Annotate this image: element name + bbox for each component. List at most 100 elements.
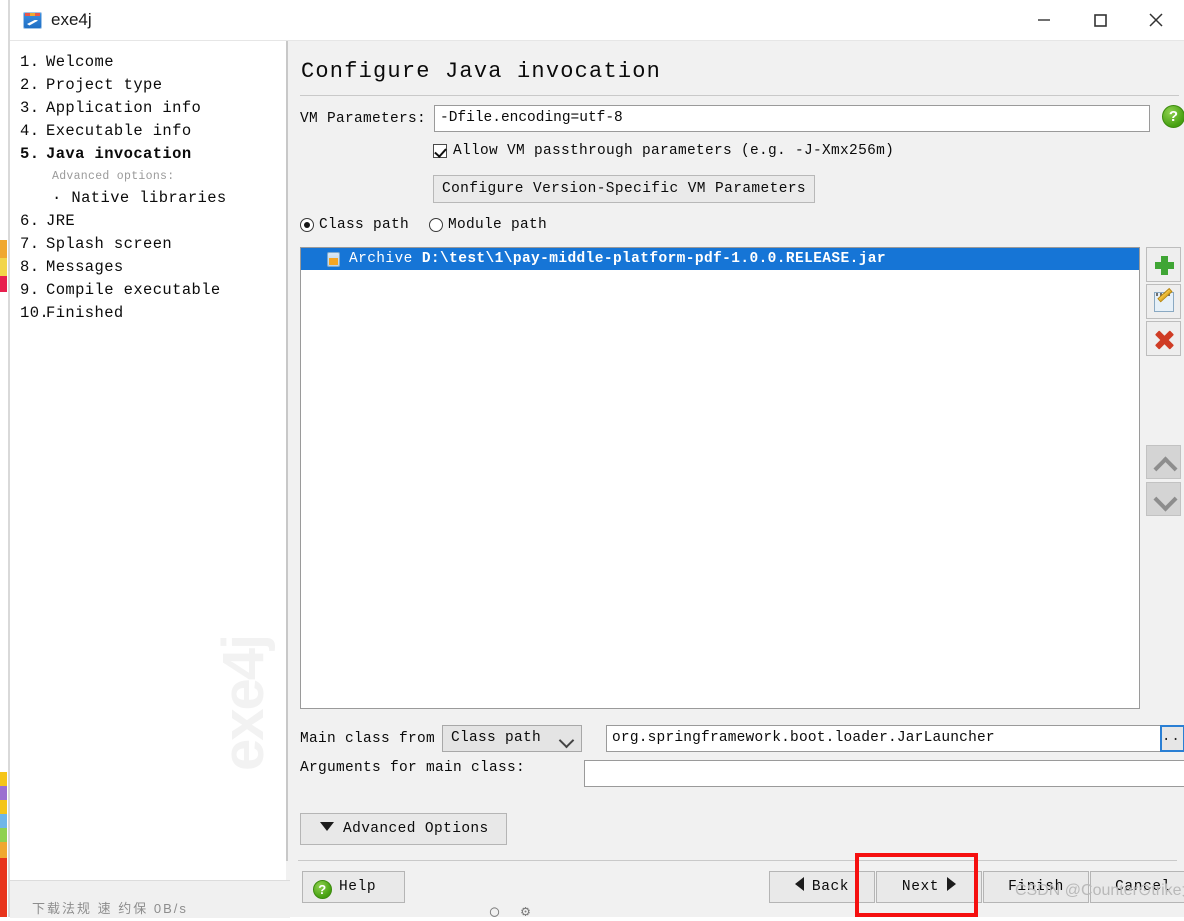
module-path-radio[interactable] (429, 218, 444, 232)
vm-parameters-input[interactable]: -Dfile.encoding=utf-8 (434, 105, 1151, 132)
main-class-input[interactable]: org.springframework.boot.loader.JarLaunc… (606, 725, 1181, 752)
advanced-options-button[interactable]: Advanced Options (300, 813, 507, 845)
main-class-from-label: Main class from (300, 730, 436, 747)
background-window-strip (0, 858, 7, 917)
allow-passthrough-label: Allow VM passthrough parameters (e.g. -J… (453, 143, 895, 159)
advanced-options-label: Advanced Options (343, 821, 489, 837)
exe4j-watermark: exe4j (211, 635, 276, 771)
background-window-strip (0, 258, 7, 276)
step-label: Java invocation (46, 145, 192, 163)
minimize-icon[interactable] (1016, 0, 1072, 40)
help-label: Help (339, 879, 377, 895)
step-number: 2. (20, 76, 40, 94)
entry-path: D:\test\1\pay-middle-platform-pdf-1.0.0.… (421, 251, 887, 267)
background-window-strip (0, 828, 7, 842)
sidebar-item-native-libraries[interactable]: · Native libraries (52, 187, 285, 210)
chevron-up-icon[interactable] (1146, 445, 1181, 481)
back-label: Back (811, 879, 850, 895)
step-number: 10. (20, 304, 50, 322)
background-window-strip (0, 292, 7, 772)
jar-archive-icon (327, 251, 340, 267)
title-bar: exe4j (10, 0, 1184, 41)
step-list: 1. Welcome 2. Project type 3. Application i… (20, 51, 285, 325)
next-button[interactable]: Next (876, 871, 982, 903)
step-label: Finished (46, 304, 124, 322)
next-label: Next (901, 879, 940, 895)
background-window-glyphs: ◯⚙ (490, 904, 553, 921)
chevron-down-icon[interactable] (1146, 482, 1181, 516)
maximize-icon[interactable] (1072, 0, 1128, 40)
step-number: 4. (20, 122, 40, 140)
class-path-radio[interactable] (300, 218, 314, 232)
class-path-label: Class path (319, 217, 410, 233)
sidebar-item-compile-executable[interactable]: 9. Compile executable (20, 279, 285, 302)
page-title: Configure Java invocation (301, 59, 662, 84)
exe4j-icon (23, 11, 42, 29)
triangle-left-icon (794, 877, 804, 891)
sidebar-item-application-info[interactable]: 3. Application info (20, 97, 285, 120)
step-number: 9. (20, 281, 40, 299)
step-number: 7. (20, 235, 40, 253)
title-divider (300, 95, 1179, 96)
sidebar-item-messages[interactable]: 8. Messages (20, 256, 285, 279)
main-panel: Configure Java invocation VM Parameters:… (286, 41, 1184, 917)
allow-passthrough-row[interactable]: Allow VM passthrough parameters (e.g. -J… (433, 143, 894, 159)
sidebar-item-jre[interactable]: 6. JRE (20, 210, 285, 233)
step-number: 5. (20, 145, 40, 163)
sidebar-item-executable-info[interactable]: 4. Executable info (20, 120, 285, 143)
arguments-input[interactable] (584, 760, 1184, 787)
back-button[interactable]: Back (769, 871, 875, 903)
classpath-toolbar (1146, 247, 1182, 358)
main-class-row: Main class from Class path org.springfra… (300, 725, 1181, 752)
step-label: Executable info (46, 122, 192, 140)
background-window-strip (0, 786, 7, 800)
csdn-watermark: CSDN @Counter⊙trike大华 (1015, 882, 1184, 899)
allow-passthrough-checkbox[interactable] (433, 144, 447, 158)
java-invocation-form: Configure Java invocation VM Parameters:… (300, 47, 1184, 867)
vm-parameters-label: VM Parameters: (300, 110, 427, 127)
bullet: · (52, 189, 62, 207)
step-label: Splash screen (46, 235, 173, 253)
path-mode-radio-group: Class path Module path (300, 217, 547, 233)
step-number: 1. (20, 53, 40, 71)
step-number: 6. (20, 212, 40, 230)
background-window-strip (0, 814, 7, 828)
delete-x-icon[interactable] (1146, 321, 1181, 356)
plus-icon[interactable] (1146, 247, 1181, 282)
arguments-row: Arguments for main class: (300, 760, 525, 776)
chevron-down-icon (558, 732, 575, 749)
exe4j-wizard-window: exe4j 1. Welcome 2. Project type 3. Applica… (0, 0, 1184, 921)
configure-version-specific-vm-parameters-button[interactable]: Configure Version-Specific VM Parameters (433, 175, 815, 203)
substep-label: Native libraries (71, 189, 227, 207)
background-window-strip (0, 842, 7, 858)
list-item[interactable]: Archive D:\test\1\pay-middle-platform-pd… (301, 248, 1139, 270)
main-class-source-value: Class path (451, 730, 542, 746)
sidebar-item-splash-screen[interactable]: 7. Splash screen (20, 233, 285, 256)
arguments-label: Arguments for main class: (300, 760, 526, 776)
close-icon[interactable] (1128, 0, 1184, 40)
help-icon[interactable]: ? (1162, 105, 1184, 128)
wizard-step-sidebar: 1. Welcome 2. Project type 3. Application i… (10, 41, 285, 917)
background-window-strip (0, 276, 7, 292)
taskbar-status-text: 下载法规 速 约保 0B/s (32, 901, 188, 916)
step-label: Welcome (46, 53, 114, 71)
background-window-strip (0, 800, 7, 814)
help-button[interactable]: ? Help (302, 871, 405, 903)
sidebar-item-finished[interactable]: 10.Finished (20, 302, 285, 325)
sidebar-item-welcome[interactable]: 1. Welcome (20, 51, 285, 74)
pencil-icon[interactable] (1146, 284, 1181, 319)
step-label: Compile executable (46, 281, 221, 299)
classpath-list[interactable]: Archive D:\test\1\pay-middle-platform-pd… (300, 247, 1140, 709)
sidebar-item-project-type[interactable]: 2. Project type (20, 74, 285, 97)
step-label: Application info (46, 99, 202, 117)
triangle-right-icon (947, 877, 957, 891)
background-window-strip (0, 0, 7, 240)
step-label: Project type (46, 76, 163, 94)
triangle-down-icon (320, 822, 334, 831)
main-class-source-select[interactable]: Class path (442, 725, 583, 752)
background-window-strip (0, 240, 7, 258)
browse-ellipsis-icon[interactable]: ... (1160, 725, 1184, 752)
step-label: JRE (46, 212, 76, 230)
sidebar-item-java-invocation[interactable]: 5. Java invocation (20, 143, 285, 166)
